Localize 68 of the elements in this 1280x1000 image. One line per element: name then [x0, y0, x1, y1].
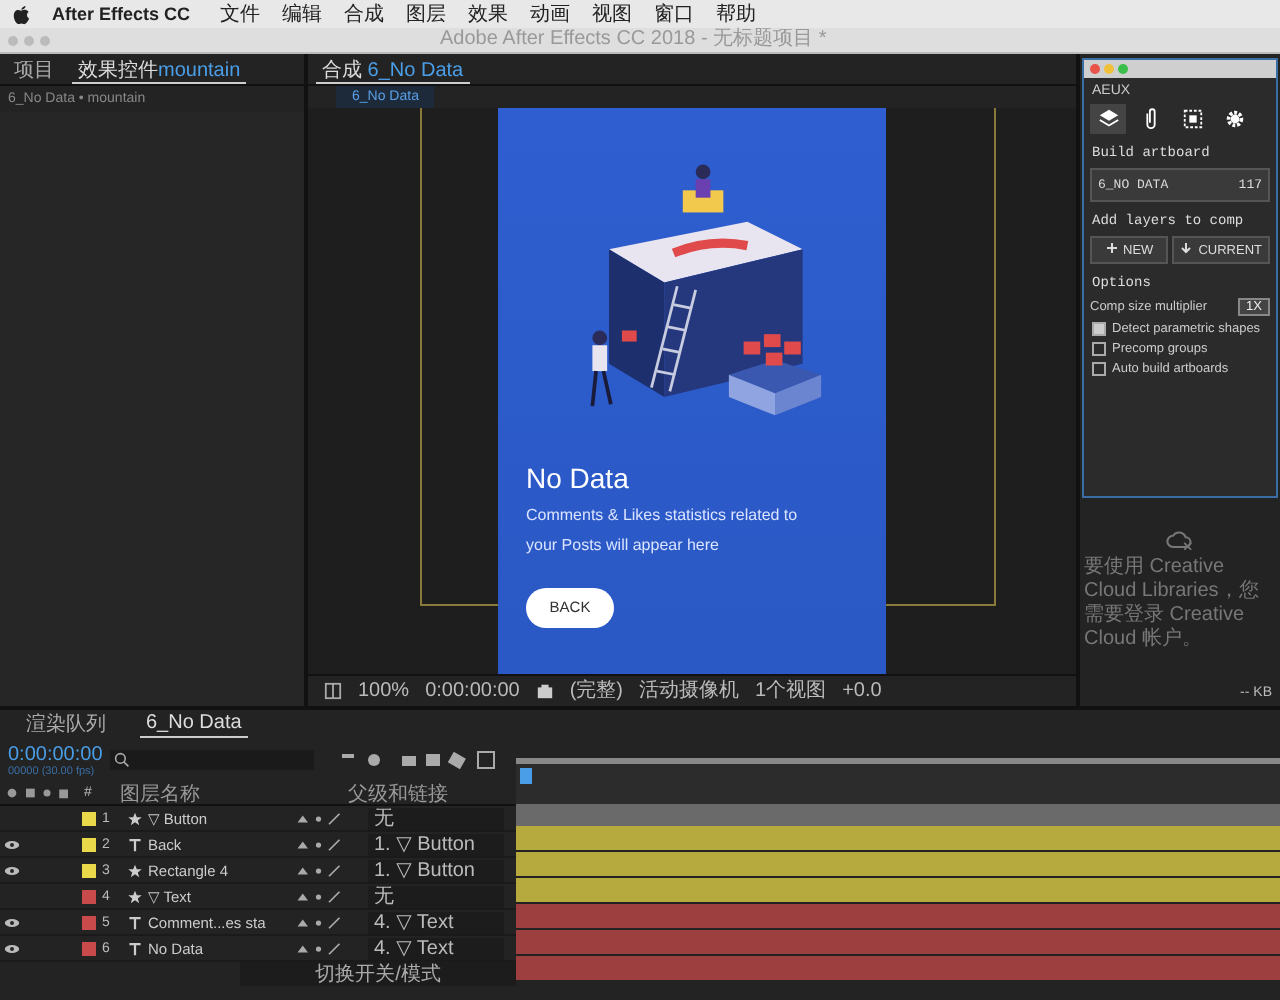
menu-item[interactable]: 图层	[406, 0, 447, 28]
column-header: 图层名称	[120, 781, 202, 807]
label-color-swatch[interactable]	[82, 889, 96, 903]
label-color-swatch[interactable]	[82, 811, 96, 825]
plus-icon	[1105, 242, 1118, 254]
cloud-offline-icon	[1166, 530, 1194, 550]
down-arrow-icon	[1180, 242, 1193, 254]
empty-state-message: Comments & Likes statistics related to your Posts will appear here	[526, 503, 800, 558]
view-layout-dropdown[interactable]: 1个视图	[755, 679, 827, 703]
checkbox[interactable]	[1092, 342, 1106, 356]
star-icon	[128, 811, 142, 825]
parent-dropdown[interactable]: 4. ▽ Text	[368, 911, 504, 933]
camera-icon[interactable]	[535, 682, 554, 700]
grid-icon[interactable]	[324, 682, 342, 700]
search-icon	[114, 752, 131, 768]
menu-item[interactable]: 窗口	[654, 0, 695, 28]
resolution-dropdown[interactable]: (完整)	[569, 679, 624, 703]
eye-icon[interactable]	[4, 943, 20, 953]
menu-item[interactable]: 文件	[220, 0, 261, 28]
panel-tab[interactable]: 效果控件mountain	[72, 55, 247, 83]
apple-logo-icon[interactable]	[12, 3, 30, 25]
eye-icon[interactable]	[4, 839, 20, 849]
empty-state-title: No Data	[526, 461, 631, 493]
app-name[interactable]: After Effects CC	[52, 4, 191, 24]
settings-icon	[1223, 108, 1245, 130]
panel-tab[interactable]: 渲染队列	[20, 710, 112, 738]
menu-item[interactable]: 帮助	[716, 0, 757, 28]
window-title: Adobe After Effects CC 2018 - 无标题项目 *	[440, 28, 827, 52]
panel-tab[interactable]: 6_No Data	[140, 710, 248, 738]
timecode[interactable]: 0:00:00:00	[8, 743, 103, 765]
checkbox[interactable]	[1092, 322, 1106, 336]
search-field[interactable]	[110, 750, 315, 770]
text-layer-icon	[128, 941, 142, 955]
column-header: 父级和链接	[348, 781, 448, 807]
panel-tab[interactable]: 项目	[8, 55, 60, 83]
parent-dropdown[interactable]: 1. ▽ Button	[368, 833, 504, 855]
star-icon	[128, 863, 142, 877]
menu-item[interactable]: 视图	[592, 0, 633, 28]
playhead-handle[interactable]	[520, 768, 532, 784]
parent-dropdown[interactable]: 无	[368, 885, 504, 907]
eye-icon[interactable]	[4, 865, 20, 875]
label-color-swatch[interactable]	[82, 941, 96, 955]
label-color-swatch[interactable]	[82, 915, 96, 929]
panel-tab[interactable]: 合成 6_No Data	[316, 55, 470, 83]
menu-item[interactable]: 合成	[344, 0, 385, 28]
parent-dropdown[interactable]: 4. ▽ Text	[368, 937, 504, 959]
menu-item[interactable]: 效果	[468, 0, 509, 28]
exposure-value[interactable]: +0.0	[842, 679, 882, 703]
label-color-swatch[interactable]	[82, 837, 96, 851]
frame-icon	[1181, 108, 1203, 130]
camera-dropdown[interactable]: 活动摄像机	[639, 679, 740, 703]
zoom-dropdown[interactable]: 100%	[358, 679, 410, 703]
timeline-tools-icon[interactable]	[338, 750, 499, 770]
close-icon[interactable]	[1090, 64, 1100, 74]
label-color-swatch[interactable]	[82, 863, 96, 877]
parent-dropdown[interactable]: 无	[368, 807, 504, 829]
eye-icon[interactable]	[4, 917, 20, 927]
parent-dropdown[interactable]: 1. ▽ Button	[368, 859, 504, 881]
layers-icon	[1097, 108, 1119, 130]
text-layer-icon	[128, 837, 142, 851]
current-time[interactable]: 0:00:00:00	[425, 679, 520, 703]
star-icon	[128, 889, 142, 903]
checkbox[interactable]	[1092, 362, 1106, 376]
libraries-message: 要使用 Creative Cloud Libraries，您需要登录 Creative Cloud 帐户。	[1084, 556, 1261, 652]
menu-item[interactable]: 动画	[530, 0, 571, 28]
menu-item[interactable]: 编辑	[282, 0, 323, 28]
panel-tab[interactable]	[1090, 104, 1126, 134]
text-layer-icon	[128, 915, 142, 929]
